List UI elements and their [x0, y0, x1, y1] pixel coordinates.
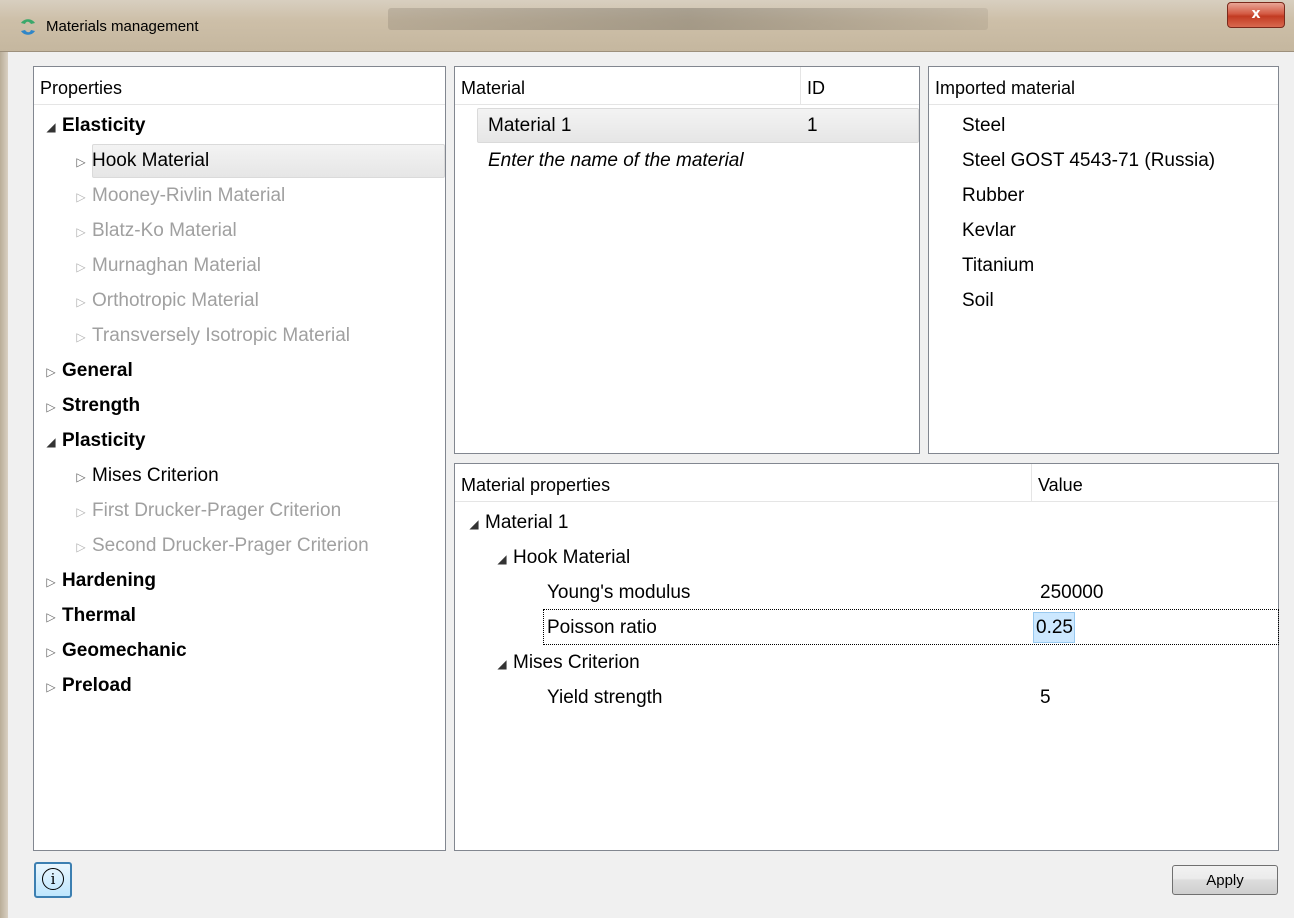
new-material-placeholder[interactable]: Enter the name of the material — [488, 144, 744, 178]
imported-material-header-label: Imported material — [935, 78, 1076, 98]
tree-item-strength[interactable]: ▷ Strength — [40, 389, 140, 423]
properties-header: Properties — [34, 67, 445, 105]
background-window-blur — [388, 8, 988, 30]
expand-icon[interactable]: ▷ — [70, 320, 92, 354]
imported-material-item[interactable]: Rubber — [962, 179, 1024, 213]
info-button[interactable]: i — [34, 862, 72, 898]
column-header-material[interactable]: Material — [455, 67, 801, 105]
title-bar: Materials management x — [0, 0, 1294, 52]
tree-item-blatz-ko-material[interactable]: ▷ Blatz-Ko Material — [70, 214, 237, 249]
expand-icon[interactable]: ▷ — [70, 215, 92, 249]
imported-material-item[interactable]: Kevlar — [962, 214, 1016, 248]
expand-icon[interactable]: ▷ — [40, 670, 62, 704]
tree-item-label: Plasticity — [62, 430, 146, 451]
expand-icon[interactable]: ▷ — [70, 460, 92, 494]
tree-item-label: Mises Criterion — [92, 465, 219, 486]
collapse-icon[interactable]: ◢ — [491, 542, 513, 576]
tree-node-hook-material[interactable]: ◢ Hook Material — [491, 541, 630, 575]
tree-item-preload[interactable]: ▷ Preload — [40, 669, 132, 704]
tree-item-label: Murnaghan Material — [92, 255, 261, 276]
window-title: Materials management — [46, 18, 199, 35]
collapse-icon[interactable]: ◢ — [40, 425, 62, 459]
tree-item-elasticity[interactable]: ◢ Elasticity — [40, 109, 145, 143]
tree-item-first-drucker-prager-criterion[interactable]: ▷ First Drucker-Prager Criterion — [70, 494, 341, 528]
property-yield-strength-value[interactable]: 5 — [1040, 681, 1051, 715]
tree-item-murnaghan-material[interactable]: ▷ Murnaghan Material — [70, 249, 261, 283]
imported-material-item[interactable]: Steel GOST 4543-71 (Russia) — [962, 144, 1215, 178]
material-row-id: 1 — [807, 115, 818, 136]
info-icon: i — [42, 868, 64, 890]
expand-icon[interactable]: ▷ — [70, 180, 92, 214]
imported-material-item[interactable]: Titanium — [962, 249, 1034, 283]
expand-icon[interactable]: ▷ — [70, 145, 92, 179]
tree-item-mises-criterion[interactable]: ▷ Mises Criterion — [70, 459, 219, 494]
expand-icon[interactable]: ▷ — [70, 495, 92, 529]
tree-item-label: Preload — [62, 675, 132, 696]
tree-item-orthotropic-material[interactable]: ▷ Orthotropic Material — [70, 284, 259, 319]
imported-material-item[interactable]: Soil — [962, 284, 994, 318]
tree-item-plasticity[interactable]: ◢ Plasticity — [40, 424, 145, 458]
imported-material-panel: Imported material Steel Steel GOST 4543-7… — [928, 66, 1279, 454]
property-youngs-modulus-value[interactable]: 250000 — [1040, 576, 1103, 610]
expand-icon[interactable]: ▷ — [70, 285, 92, 319]
collapse-icon[interactable]: ◢ — [463, 507, 485, 541]
property-poisson-ratio-label: Poisson ratio — [547, 617, 657, 638]
tree-item-label: Strength — [62, 395, 141, 416]
collapse-icon[interactable]: ◢ — [40, 110, 62, 144]
tree-item-label: First Drucker-Prager Criterion — [92, 500, 342, 521]
expand-icon[interactable]: ▷ — [70, 250, 92, 284]
expand-icon[interactable]: ▷ — [70, 530, 92, 564]
tree-item-hook-material[interactable]: ▷ Hook Material — [70, 144, 209, 178]
tree-item-label: General — [62, 360, 133, 381]
column-header-value[interactable]: Value — [1032, 464, 1278, 502]
tree-item-label: Elasticity — [62, 115, 146, 136]
expand-icon[interactable]: ▷ — [40, 565, 62, 599]
tree-node-material-1[interactable]: ◢ Material 1 — [463, 506, 568, 540]
tree-item-label: Mooney-Rivlin Material — [92, 185, 286, 206]
expand-icon[interactable]: ▷ — [40, 355, 62, 389]
tree-item-general[interactable]: ▷ General — [40, 354, 133, 389]
properties-header-label: Properties — [40, 78, 123, 98]
collapse-icon[interactable]: ◢ — [491, 647, 513, 681]
column-header-property[interactable]: Material properties — [455, 464, 1032, 502]
property-yield-strength-label: Yield strength — [547, 687, 663, 708]
material-row-name: Material 1 — [488, 115, 572, 136]
material-properties-panel: Material properties Value ◢ Material 1 ◢ H… — [454, 463, 1279, 851]
tree-item-label: Geomechanic — [62, 640, 187, 661]
material-list-header: Material ID — [455, 67, 919, 105]
tree-node-mises-criterion[interactable]: ◢ Mises Criterion — [491, 646, 639, 681]
tree-item-thermal[interactable]: ▷ Thermal — [40, 599, 136, 633]
tree-item-label: Orthotropic Material — [92, 290, 259, 311]
material-list-panel: Material ID Material 1 1 Enter the name … — [454, 66, 920, 454]
tree-item-label: Hardening — [62, 570, 156, 591]
tree-item-transversely-isotropic-material[interactable]: ▷ Transversely Isotropic Material — [70, 319, 350, 353]
properties-panel: Properties ◢ Elasticity ▷ Hook Material ▷ Moo… — [33, 66, 446, 851]
column-header-id[interactable]: ID — [801, 67, 919, 105]
tree-item-hardening[interactable]: ▷ Hardening — [40, 564, 156, 598]
imported-material-header: Imported material — [929, 67, 1278, 105]
close-button[interactable]: x — [1227, 2, 1285, 28]
expand-icon[interactable]: ▷ — [40, 600, 62, 634]
property-poisson-ratio-value[interactable]: 0.25 — [1036, 611, 1073, 645]
tree-item-geomechanic[interactable]: ▷ Geomechanic — [40, 634, 187, 669]
material-properties-header: Material properties Value — [455, 464, 1278, 502]
tree-item-label: Second Drucker-Prager Criterion — [92, 535, 369, 556]
tree-item-label: Hook Material — [92, 150, 210, 171]
tree-item-second-drucker-prager-criterion[interactable]: ▷ Second Drucker-Prager Criterion — [70, 529, 369, 564]
tree-item-mooney-rivlin-material[interactable]: ▷ Mooney-Rivlin Material — [70, 179, 285, 213]
tree-item-label: Thermal — [62, 605, 136, 626]
tree-item-label: Transversely Isotropic Material — [92, 325, 350, 346]
window-border — [0, 52, 8, 918]
apply-button[interactable]: Apply — [1172, 865, 1278, 895]
imported-material-item[interactable]: Steel — [962, 109, 1005, 143]
expand-icon[interactable]: ▷ — [40, 635, 62, 669]
app-icon — [21, 19, 35, 35]
expand-icon[interactable]: ▷ — [40, 390, 62, 424]
property-youngs-modulus-label: Young's modulus — [547, 582, 691, 603]
tree-item-label: Blatz-Ko Material — [92, 220, 237, 241]
